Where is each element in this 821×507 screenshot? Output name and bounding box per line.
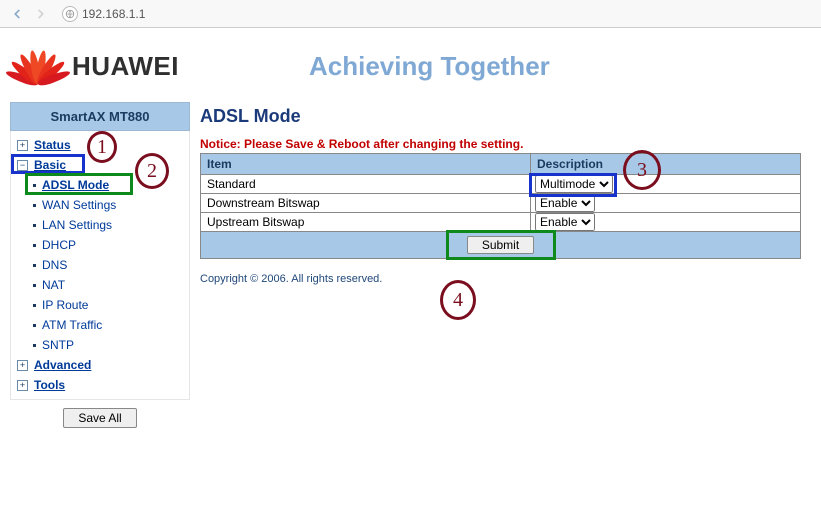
copyright: Copyright © 2006. All rights reserved.	[200, 273, 801, 285]
bullet-icon	[33, 304, 36, 307]
cell-item-label: Standard	[201, 175, 531, 194]
brand-logo: HUAWEI	[14, 44, 179, 88]
col-item: Item	[201, 154, 531, 175]
sidebar-item-ip-route[interactable]: IP Route	[11, 295, 189, 315]
bullet-icon	[33, 224, 36, 227]
sidebar-item-label[interactable]: IP Route	[42, 298, 88, 312]
sidebar-item-atm-traffic[interactable]: ATM Traffic	[11, 315, 189, 335]
bullet-icon	[33, 264, 36, 267]
huawei-petals-icon	[14, 44, 62, 88]
plus-icon[interactable]: +	[17, 140, 28, 151]
sidebar-item-label[interactable]: WAN Settings	[42, 198, 116, 212]
col-description: Description	[531, 154, 801, 175]
plus-icon[interactable]: +	[17, 380, 28, 391]
minus-icon[interactable]: −	[17, 160, 28, 171]
browser-bar: 192.168.1.1	[0, 0, 821, 28]
standard-select[interactable]: Multimode	[535, 175, 613, 193]
annotation-4: 4	[440, 280, 476, 320]
submit-button[interactable]: Submit	[467, 236, 534, 254]
config-table: Item Description Standard Multimode Down…	[200, 153, 801, 232]
sidebar-section-label[interactable]: Basic	[34, 158, 66, 172]
upstream-bitswap-select[interactable]: Enable	[535, 213, 595, 231]
brand-name: HUAWEI	[72, 51, 179, 82]
main-panel: ADSL Mode Notice: Please Save & Reboot a…	[200, 102, 811, 436]
sidebar-item-wan-settings[interactable]: WAN Settings	[11, 195, 189, 215]
sidebar: SmartAX MT880 + Status − Basic ADSL Mode	[10, 102, 190, 436]
bullet-icon	[33, 184, 36, 187]
submit-row: Submit	[200, 232, 801, 259]
sidebar-item-label[interactable]: LAN Settings	[42, 218, 112, 232]
cell-item-label: Downstream Bitswap	[201, 194, 531, 213]
sidebar-nav: + Status − Basic ADSL Mode WAN Settings	[10, 131, 190, 400]
bullet-icon	[33, 204, 36, 207]
device-title: SmartAX MT880	[10, 102, 190, 131]
table-row: Standard Multimode	[201, 175, 801, 194]
sidebar-item-dhcp[interactable]: DHCP	[11, 235, 189, 255]
notice-text: Notice: Please Save & Reboot after chang…	[200, 137, 801, 151]
arrow-right-icon	[34, 7, 48, 21]
sidebar-item-label[interactable]: DHCP	[42, 238, 76, 252]
table-row: Upstream Bitswap Enable	[201, 213, 801, 232]
page-title: ADSL Mode	[200, 106, 801, 127]
address-bar-text[interactable]: 192.168.1.1	[82, 7, 145, 21]
sidebar-section-label[interactable]: Status	[34, 138, 71, 152]
table-header-row: Item Description	[201, 154, 801, 175]
sidebar-section-tools[interactable]: + Tools	[11, 375, 189, 395]
sidebar-section-label[interactable]: Tools	[34, 378, 65, 392]
sidebar-item-label[interactable]: ATM Traffic	[42, 318, 102, 332]
sidebar-section-label[interactable]: Advanced	[34, 358, 91, 372]
sidebar-item-sntp[interactable]: SNTP	[11, 335, 189, 355]
save-all-button[interactable]: Save All	[63, 408, 136, 428]
sidebar-item-lan-settings[interactable]: LAN Settings	[11, 215, 189, 235]
page-header: HUAWEI Achieving Together	[10, 38, 811, 102]
table-row: Downstream Bitswap Enable	[201, 194, 801, 213]
sidebar-item-label[interactable]: ADSL Mode	[42, 178, 109, 192]
forward-button[interactable]	[30, 4, 52, 24]
bullet-icon	[33, 344, 36, 347]
arrow-left-icon	[10, 7, 24, 21]
brand-tagline: Achieving Together	[309, 51, 550, 82]
bullet-icon	[33, 324, 36, 327]
globe-icon	[62, 6, 78, 22]
plus-icon[interactable]: +	[17, 360, 28, 371]
sidebar-item-nat[interactable]: NAT	[11, 275, 189, 295]
sidebar-item-adsl-mode[interactable]: ADSL Mode	[11, 175, 189, 195]
sidebar-item-dns[interactable]: DNS	[11, 255, 189, 275]
sidebar-section-status[interactable]: + Status	[11, 135, 189, 155]
sidebar-item-label[interactable]: SNTP	[42, 338, 74, 352]
downstream-bitswap-select[interactable]: Enable	[535, 194, 595, 212]
sidebar-section-advanced[interactable]: + Advanced	[11, 355, 189, 375]
back-button[interactable]	[6, 4, 28, 24]
sidebar-item-label[interactable]: NAT	[42, 278, 65, 292]
sidebar-section-basic[interactable]: − Basic	[11, 155, 189, 175]
sidebar-item-label[interactable]: DNS	[42, 258, 67, 272]
cell-item-label: Upstream Bitswap	[201, 213, 531, 232]
bullet-icon	[33, 244, 36, 247]
bullet-icon	[33, 284, 36, 287]
